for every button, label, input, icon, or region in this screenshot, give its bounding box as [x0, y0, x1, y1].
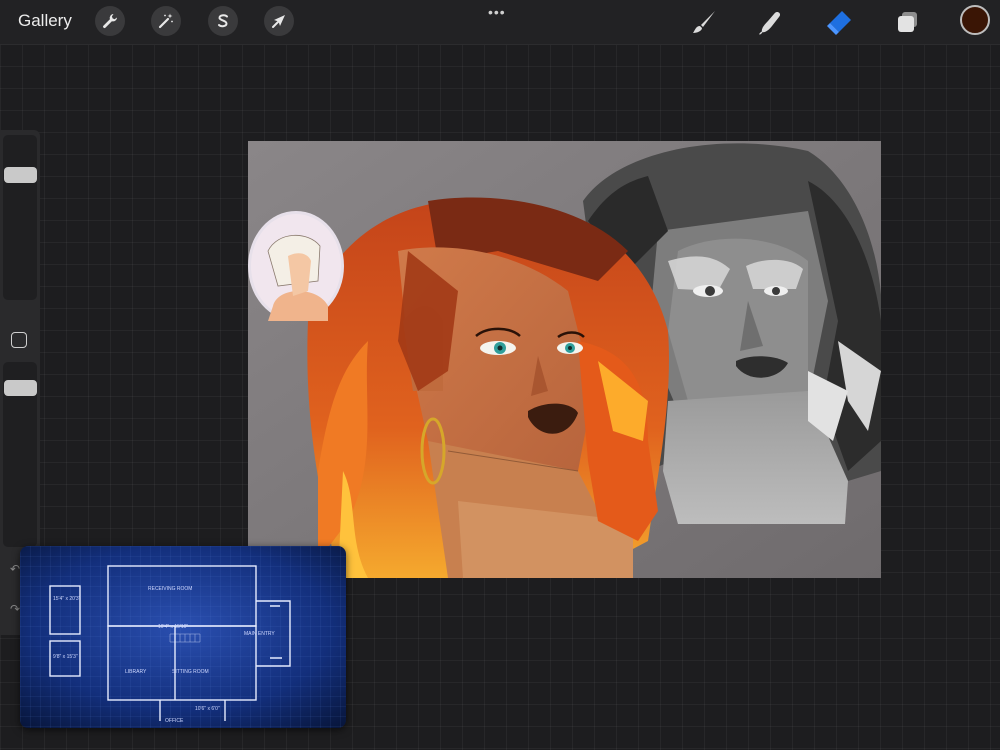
- drawing-canvas[interactable]: [248, 141, 881, 578]
- modify-button[interactable]: [11, 332, 27, 348]
- room-label: RECEIVING ROOM: [148, 586, 193, 592]
- selection-s-icon: [218, 14, 228, 28]
- room-dimension: 10'4" x 15'10": [158, 624, 189, 630]
- layers-button[interactable]: [892, 6, 924, 38]
- room-dimension: 10'6" x 6'0": [195, 706, 220, 712]
- gallery-button[interactable]: Gallery: [18, 11, 72, 31]
- brush-size-thumb[interactable]: [4, 167, 37, 183]
- room-label: SITTING ROOM: [172, 669, 209, 675]
- selection-button[interactable]: [208, 6, 238, 36]
- smudge-tool-button[interactable]: [755, 6, 787, 38]
- redo-icon[interactable]: ↷: [10, 602, 20, 616]
- adjustments-button[interactable]: [151, 6, 181, 36]
- undo-icon[interactable]: ↶: [10, 562, 20, 576]
- room-dimension: 9'8" x 15'3": [53, 654, 78, 660]
- opacity-slider[interactable]: [3, 362, 37, 547]
- top-toolbar: Gallery •••: [0, 0, 1000, 45]
- room-label: OFFICE: [165, 718, 184, 724]
- opacity-thumb[interactable]: [4, 380, 37, 396]
- eraser-tool-button[interactable]: [823, 6, 855, 38]
- color-picker-button[interactable]: [960, 5, 990, 35]
- reference-window[interactable]: RECEIVING ROOM LIBRARY SITTING ROOM MAIN…: [20, 546, 346, 728]
- artwork: [248, 141, 881, 578]
- layers-icon: [898, 12, 917, 32]
- actions-button[interactable]: [95, 6, 125, 36]
- brush-size-slider[interactable]: [3, 135, 37, 300]
- room-label: MAIN ENTRY: [244, 631, 275, 637]
- transform-button[interactable]: [264, 6, 294, 36]
- wrench-icon: [103, 14, 117, 29]
- blueprint-image: [20, 546, 346, 728]
- more-options-button[interactable]: •••: [488, 4, 506, 20]
- magic-wand-icon: [158, 13, 173, 29]
- brush-tool-button[interactable]: [688, 6, 720, 38]
- room-label: LIBRARY: [125, 669, 147, 675]
- color-portrait: [307, 197, 669, 578]
- inset-sketch: [248, 211, 344, 321]
- brush-icon: [693, 11, 715, 33]
- room-dimension: 15'4" x 20'3": [53, 596, 81, 602]
- arrow-cursor-icon: [272, 15, 285, 28]
- smudge-finger-icon: [759, 12, 781, 35]
- eraser-icon: [827, 11, 851, 35]
